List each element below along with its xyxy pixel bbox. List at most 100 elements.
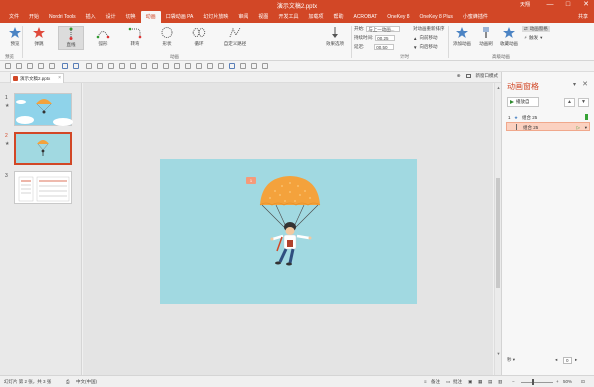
- menu-design[interactable]: 设计: [101, 13, 121, 23]
- qat-tool-icon[interactable]: [49, 63, 55, 69]
- qat-tool-icon[interactable]: [174, 63, 180, 69]
- close-button[interactable]: ✕: [582, 1, 590, 9]
- editor-scrollbar[interactable]: ▲ ▼: [494, 83, 501, 375]
- close-icon[interactable]: ×: [58, 74, 61, 83]
- qat-tool-icon[interactable]: [152, 63, 158, 69]
- animation-pane-toggle[interactable]: ⇄ 动画窗格: [522, 26, 550, 32]
- redo-icon[interactable]: [73, 63, 79, 69]
- new-window-mode-button[interactable]: 新窗口模式: [476, 73, 499, 79]
- animation-bounce[interactable]: 弹跳: [26, 26, 52, 50]
- chevron-down-icon[interactable]: ▾: [585, 123, 587, 132]
- move-later-button[interactable]: ▼ 向后移动: [413, 44, 437, 50]
- zoom-out-icon[interactable]: −: [512, 379, 515, 384]
- menu-acrobat[interactable]: ACROBAT: [348, 14, 382, 23]
- slide-thumbnail-1[interactable]: [14, 93, 73, 126]
- menu-transitions[interactable]: 切换: [121, 13, 141, 23]
- qat-tool-icon[interactable]: [240, 63, 246, 69]
- timeline-back-icon[interactable]: ◂: [555, 357, 557, 363]
- zoom-level[interactable]: 50%: [563, 379, 572, 384]
- animation-list-item[interactable]: 1 ★ 组合 25: [506, 113, 590, 122]
- slideshow-icon[interactable]: ▥: [498, 379, 502, 385]
- effect-options-button[interactable]: 效果选项: [320, 26, 350, 50]
- qat-tool-icon[interactable]: [207, 63, 213, 69]
- qat-tool-icon[interactable]: [108, 63, 114, 69]
- collect-animation-button[interactable]: 收藏动画: [497, 26, 521, 50]
- qat-tool-icon[interactable]: [163, 63, 169, 69]
- qat-tool-icon[interactable]: [196, 63, 202, 69]
- qat-tool-icon[interactable]: [251, 63, 257, 69]
- fit-slide-icon[interactable]: ⊡: [581, 379, 585, 385]
- qat-tool-icon[interactable]: [229, 63, 235, 69]
- timeline-forward-icon[interactable]: ▸: [575, 357, 577, 363]
- animation-list-item-selected[interactable]: 组合 25 ▷ ▾: [506, 122, 590, 131]
- trigger-button[interactable]: ⚡ 触发 ▾: [524, 35, 542, 41]
- animation-loop-path[interactable]: 循环: [186, 26, 212, 50]
- notes-button[interactable]: 备注: [431, 379, 440, 385]
- qat-tool-icon[interactable]: [97, 63, 103, 69]
- qat-tool-icon[interactable]: [141, 63, 147, 69]
- animation-arc-path[interactable]: 弧形: [90, 26, 116, 50]
- animation-custom-path[interactable]: 自定义路径: [218, 26, 252, 50]
- animation-turn-path[interactable]: 转弯: [122, 26, 148, 50]
- chevron-down-icon[interactable]: ▾: [573, 81, 576, 88]
- zoom-slider-track[interactable]: [521, 382, 553, 383]
- qat-tool-icon[interactable]: [119, 63, 125, 69]
- timing-delay-input[interactable]: 00.50: [374, 44, 395, 50]
- zoom-slider-knob[interactable]: [532, 379, 534, 385]
- menu-file[interactable]: 文件: [4, 13, 24, 23]
- normal-view-icon[interactable]: ▣: [468, 379, 472, 385]
- zoom-in-icon[interactable]: +: [556, 379, 559, 384]
- menu-insert[interactable]: 插入: [81, 13, 101, 23]
- menu-bee-plugin[interactable]: 小蜜蜂插件: [458, 13, 493, 23]
- menu-onekey8-plus[interactable]: OneKey 8 Plus: [415, 14, 458, 23]
- menu-view[interactable]: 视图: [253, 13, 273, 23]
- share-button[interactable]: 共享: [578, 13, 588, 20]
- animation-shape-path[interactable]: 形状: [154, 26, 180, 50]
- timing-duration-input[interactable]: 00.25: [375, 35, 396, 41]
- slide-sorter-icon[interactable]: ▦: [478, 379, 482, 385]
- qat-tool-icon[interactable]: [130, 63, 136, 69]
- animation-line-path[interactable]: 直线: [58, 26, 84, 50]
- qat-tool-icon[interactable]: [16, 63, 22, 69]
- parachute-illustration[interactable]: [160, 159, 417, 304]
- menu-help[interactable]: 帮助: [328, 13, 348, 23]
- play-from-button[interactable]: 播放自: [507, 97, 539, 107]
- timing-start-select[interactable]: 与上一动画...: [366, 26, 401, 32]
- qat-tool-icon[interactable]: [38, 63, 44, 69]
- reading-view-icon[interactable]: ▤: [488, 379, 492, 385]
- menu-review[interactable]: 审阅: [233, 13, 253, 23]
- menu-nordri[interactable]: Nordri Tools: [44, 14, 81, 23]
- menu-home[interactable]: 开始: [24, 13, 44, 23]
- slide-thumbnail-3[interactable]: [14, 171, 72, 204]
- accessibility-icon[interactable]: ⎙: [66, 379, 70, 384]
- menu-onekey8[interactable]: OneKey 8: [382, 14, 414, 23]
- qat-tool-icon[interactable]: [218, 63, 224, 69]
- animation-painter-button[interactable]: 动画刷: [474, 26, 498, 50]
- qat-tool-icon[interactable]: [185, 63, 191, 69]
- minimize-button[interactable]: —: [546, 1, 554, 9]
- menu-developer[interactable]: 开发工具: [273, 13, 303, 23]
- menu-slideshow[interactable]: 幻灯片放映: [198, 13, 233, 23]
- slide-thumbnail-2[interactable]: [14, 132, 72, 165]
- add-animation-button[interactable]: 添加动画: [450, 26, 474, 50]
- slide-canvas[interactable]: 1: [160, 159, 417, 304]
- close-icon[interactable]: ✕: [582, 80, 588, 88]
- seconds-dropdown[interactable]: 秒 ▾: [507, 357, 515, 362]
- language-status[interactable]: 中文(中国): [76, 379, 97, 385]
- qat-tool-icon[interactable]: [27, 63, 33, 69]
- qat-tool-icon[interactable]: [86, 63, 92, 69]
- comments-button[interactable]: 批注: [453, 379, 462, 385]
- undo-icon[interactable]: [62, 63, 68, 69]
- menu-pocket-animation[interactable]: 口袋动画 PA: [161, 13, 199, 23]
- document-tab[interactable]: 演示文稿2.pptx ×: [10, 73, 64, 83]
- menu-addins[interactable]: 加载项: [303, 13, 328, 23]
- scrollbar-thumb[interactable]: [496, 178, 500, 288]
- maximize-button[interactable]: □: [564, 1, 572, 9]
- qat-tool-icon[interactable]: [262, 63, 268, 69]
- menu-animations[interactable]: 动画: [140, 11, 161, 23]
- user-name[interactable]: 天翔: [520, 1, 530, 8]
- qat-tool-icon[interactable]: [5, 63, 11, 69]
- preview-button[interactable]: 预览: [2, 26, 28, 50]
- move-up-button[interactable]: ▲: [564, 98, 575, 107]
- move-down-button[interactable]: ▼: [578, 98, 589, 107]
